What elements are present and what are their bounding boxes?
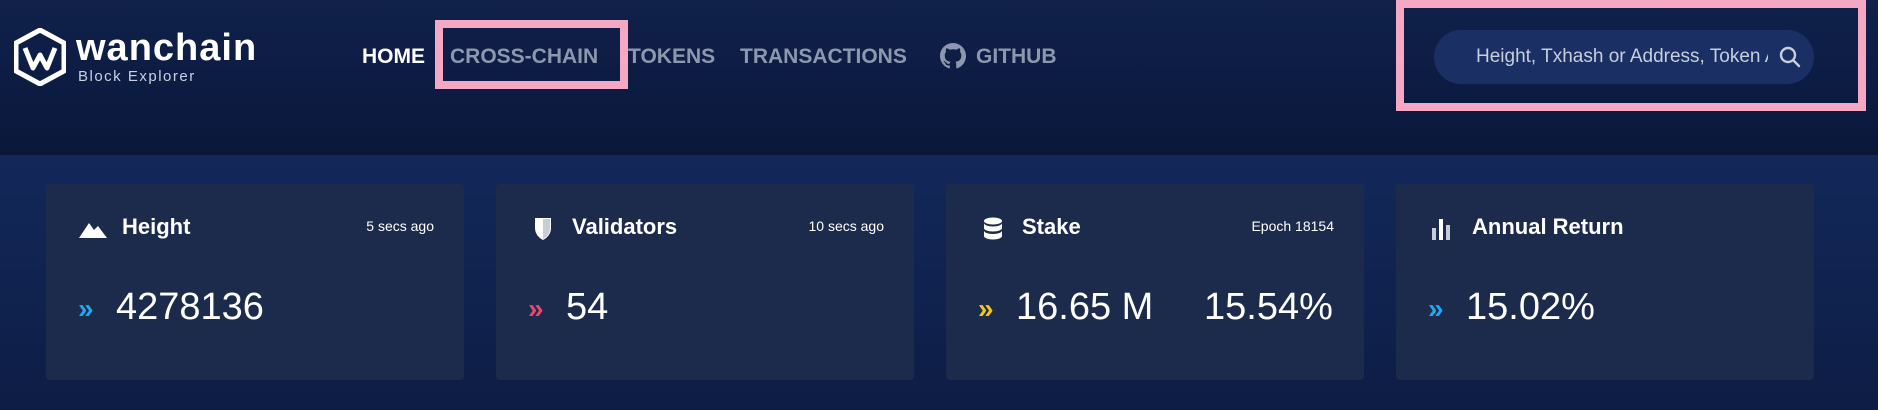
wanchain-logo-icon	[14, 28, 66, 86]
card-epoch: Epoch 18154	[1251, 218, 1334, 234]
nav-home[interactable]: HOME	[362, 42, 425, 72]
nav-github[interactable]: GITHUB	[940, 42, 1057, 72]
stat-card-validators[interactable]: Validators 10 secs ago » 54	[496, 184, 914, 380]
card-timestamp: 10 secs ago	[808, 218, 885, 234]
brand-subtitle: Block Explorer	[78, 68, 196, 85]
nav-transactions[interactable]: TRANSACTIONS	[740, 42, 907, 72]
chevron-right-icon: »	[528, 293, 544, 324]
database-icon	[984, 217, 1002, 240]
nav-tokens[interactable]: TOKENS	[628, 42, 715, 72]
stat-card-height[interactable]: Height 5 secs ago » 4278136	[46, 184, 464, 380]
chevron-right-icon: »	[978, 293, 994, 324]
shield-icon	[535, 218, 551, 240]
github-icon	[940, 43, 966, 69]
nav-github-label: GITHUB	[976, 45, 1057, 68]
bar-chart-icon	[1432, 219, 1450, 240]
card-title: Annual Return	[1472, 214, 1624, 239]
card-secondary-value: 15.54%	[1204, 286, 1333, 328]
chevron-right-icon: »	[1428, 293, 1444, 324]
card-value: 15.02%	[1466, 286, 1595, 328]
card-title: Height	[122, 214, 191, 239]
card-timestamp: 5 secs ago	[366, 218, 434, 234]
brand-name: wanchain	[76, 27, 258, 69]
search-input[interactable]	[1434, 30, 1814, 84]
stat-card-annual-return[interactable]: Annual Return » 15.02%	[1396, 184, 1814, 380]
nav-cross-chain[interactable]: CROSS-CHAIN	[450, 42, 598, 72]
search-icon[interactable]	[1778, 45, 1802, 69]
card-value: 4278136	[116, 286, 264, 328]
card-title: Validators	[572, 214, 678, 239]
card-value: 16.65 M	[1016, 286, 1154, 328]
brand-logo[interactable]: wanchain Block Explorer	[14, 28, 274, 86]
chevron-right-icon: »	[78, 293, 94, 324]
stat-card-stake[interactable]: Stake Epoch 18154 » 16.65 M 15.54%	[946, 184, 1364, 380]
card-title: Stake	[1022, 214, 1081, 239]
search-box[interactable]	[1434, 30, 1814, 84]
mountain-icon	[79, 223, 107, 238]
card-value: 54	[566, 286, 609, 328]
